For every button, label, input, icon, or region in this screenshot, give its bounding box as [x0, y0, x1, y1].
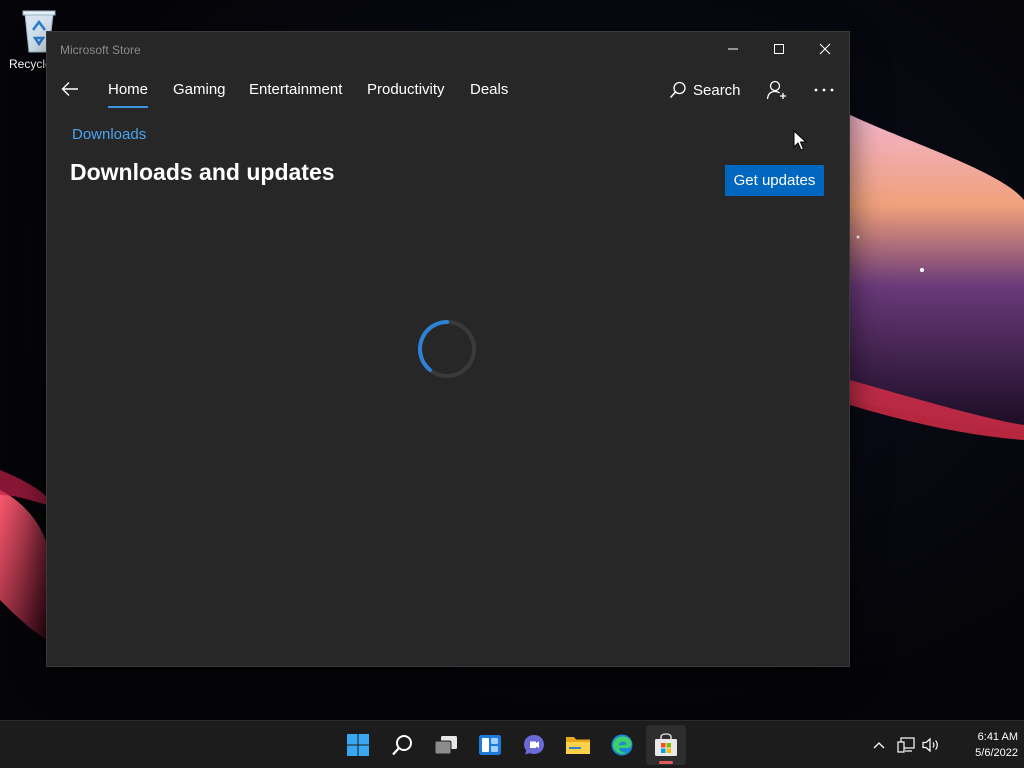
search-button[interactable]: Search	[669, 78, 741, 102]
maximize-icon	[774, 44, 784, 54]
tab-entertainment[interactable]: Entertainment	[249, 81, 342, 98]
folder-icon	[566, 737, 590, 754]
task-view-button[interactable]	[426, 725, 466, 765]
show-hidden-icons-button[interactable]	[868, 721, 890, 768]
search-icon	[392, 735, 412, 756]
task-view-icon	[434, 736, 457, 755]
tab-productivity[interactable]: Productivity	[367, 81, 445, 98]
store-nav-bar: Home Gaming Entertainment Productivity D…	[47, 68, 849, 112]
tab-home[interactable]: Home	[108, 81, 149, 108]
microsoft-store-button[interactable]	[646, 725, 686, 765]
pointer-icon	[793, 129, 808, 151]
title-bar[interactable]: Microsoft Store	[47, 32, 849, 68]
clock-date: 5/6/2022	[975, 747, 1018, 759]
loading-spinner	[416, 318, 478, 380]
tab-deals[interactable]: Deals	[470, 81, 508, 98]
search-label: Search	[693, 81, 741, 99]
widgets-icon	[479, 735, 501, 755]
edge-icon	[611, 734, 633, 756]
account-button[interactable]	[763, 76, 791, 104]
teams-chat-button[interactable]	[514, 725, 554, 765]
start-button[interactable]	[338, 725, 378, 765]
volume-button[interactable]	[920, 721, 942, 768]
tab-gaming[interactable]: Gaming	[173, 81, 226, 98]
widgets-button[interactable]	[470, 725, 510, 765]
more-options-button[interactable]	[809, 76, 839, 104]
file-explorer-button[interactable]	[558, 725, 598, 765]
mouse-cursor	[793, 129, 808, 152]
chevron-up-icon	[873, 742, 885, 749]
progress-ring-icon	[417, 320, 476, 378]
close-button[interactable]	[802, 32, 848, 66]
minimize-icon	[728, 48, 738, 50]
minimize-button[interactable]	[710, 32, 756, 66]
page-title: Downloads and updates	[70, 159, 335, 185]
taskbar-search-button[interactable]	[382, 725, 422, 765]
add-account-icon	[766, 80, 786, 100]
arrow-left-icon	[61, 82, 78, 96]
network-button[interactable]	[895, 721, 917, 768]
breadcrumb-downloads[interactable]: Downloads	[72, 126, 146, 143]
back-button[interactable]	[55, 74, 85, 104]
taskbar: 6:41 AM 5/6/2022	[0, 720, 1024, 768]
clock-time: 6:41 AM	[977, 731, 1018, 743]
taskbar-clock[interactable]: 6:41 AM 5/6/2022	[948, 729, 1018, 761]
store-bag-icon	[655, 733, 677, 756]
network-icon	[897, 737, 915, 753]
more-horizontal-icon	[814, 88, 834, 92]
store-window: Microsoft Store Home Gaming Entertainmen…	[47, 32, 849, 666]
maximize-button[interactable]	[756, 32, 802, 66]
edge-browser-button[interactable]	[602, 725, 642, 765]
window-title: Microsoft Store	[60, 43, 141, 57]
close-icon	[819, 43, 831, 55]
windows-logo-icon	[347, 734, 369, 756]
chat-icon	[524, 735, 544, 755]
search-icon	[669, 81, 686, 99]
speaker-icon	[922, 737, 938, 753]
get-updates-button[interactable]: Get updates	[725, 165, 824, 196]
